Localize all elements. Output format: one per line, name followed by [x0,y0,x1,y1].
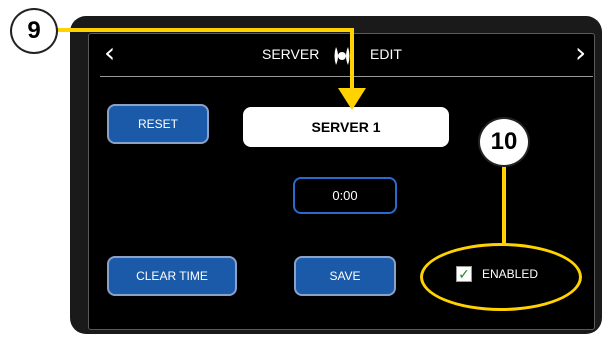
callout-10-line [502,160,506,244]
callout-9-badge: 9 [10,8,58,54]
callout-10-number: 10 [490,128,518,155]
callout-9-line-vertical [350,28,354,92]
callout-9-number: 9 [27,17,41,44]
server-name-field[interactable]: SERVER 1 [243,107,449,147]
timer-field[interactable]: 0:00 [293,177,397,214]
callout-9-line-horizontal [56,28,354,32]
page-title-left: SERVER [262,46,320,62]
enabled-highlight-oval [420,243,582,311]
reset-button[interactable]: RESET [107,104,209,144]
clear-time-button[interactable]: CLEAR TIME [107,256,237,296]
callout-9-arrowhead [338,88,366,110]
page-title-right: EDIT [370,46,402,62]
callout-10-badge: 10 [478,117,530,167]
chevron-right-icon[interactable]: › [575,38,586,68]
header-divider [100,76,593,77]
chevron-left-icon[interactable]: ‹ [104,38,115,68]
save-button[interactable]: SAVE [294,256,396,296]
